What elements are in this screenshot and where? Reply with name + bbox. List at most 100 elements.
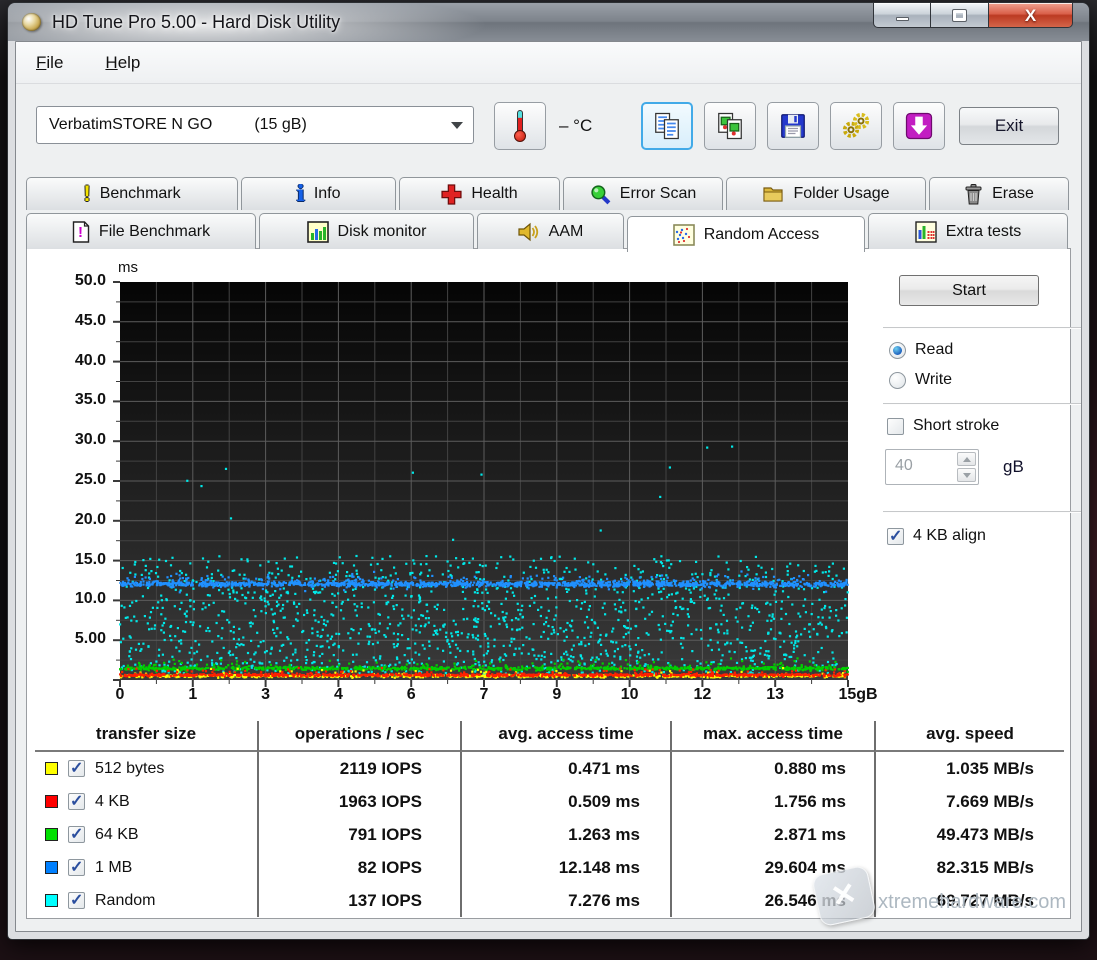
save-button[interactable] <box>767 102 819 150</box>
table-row: 4 KB <box>35 785 257 818</box>
tab-label: Folder Usage <box>793 185 889 203</box>
folder-icon <box>762 184 784 204</box>
series-color-swatch <box>45 762 58 775</box>
tab-info[interactable]: i Info <box>241 177 396 210</box>
tab-disk-monitor[interactable]: Disk monitor <box>259 213 474 249</box>
series-checkbox[interactable] <box>68 760 85 777</box>
drive-select[interactable]: VerbatimSTORE N GO (15 gB) <box>36 106 474 144</box>
column-header: transfer size <box>35 721 257 752</box>
series-color-swatch <box>45 861 58 874</box>
stroke-size-spinner[interactable]: 40 <box>885 449 979 485</box>
series-label: 4 KB <box>95 793 130 811</box>
table-row: 1 MB <box>35 851 257 884</box>
tab-extra-tests[interactable]: Extra tests <box>868 213 1068 249</box>
y-axis-tick-label: 35.0 <box>36 391 106 409</box>
minimize-button[interactable] <box>873 3 931 28</box>
menubar: File Help <box>16 42 1081 84</box>
series-label: Random <box>95 892 155 910</box>
chevron-down-icon <box>451 122 463 129</box>
close-icon: X <box>1025 7 1036 24</box>
column-header: avg. access time <box>460 721 670 752</box>
thermometer-icon <box>515 110 525 142</box>
align-checkbox[interactable] <box>887 528 904 545</box>
tab-file-benchmark[interactable]: ! File Benchmark <box>26 213 256 249</box>
temperature-button[interactable] <box>494 102 546 150</box>
tab-label: Benchmark <box>100 185 181 203</box>
start-button[interactable]: Start <box>899 275 1039 306</box>
random-access-panel: ms 50.045.040.035.030.025.020.015.010.05… <box>26 248 1071 919</box>
watermark: ✕ xtremehardware.com <box>816 870 1066 922</box>
read-label: Read <box>915 341 953 359</box>
tab-label: File Benchmark <box>99 223 210 241</box>
app-icon <box>22 13 41 31</box>
y-axis-tick-label: 10.0 <box>36 590 106 608</box>
series-checkbox[interactable] <box>68 793 85 810</box>
menu-file[interactable]: File <box>36 53 63 73</box>
trash-icon <box>964 184 983 205</box>
xtremehardware-logo-icon: ✕ <box>811 865 877 928</box>
svg-text:!: ! <box>78 224 83 241</box>
scatter-plot-icon <box>673 224 695 246</box>
gears-icon <box>841 111 871 141</box>
file-benchmark-icon: ! <box>72 221 90 243</box>
ops-cell: 1963 IOPS <box>257 785 460 818</box>
settings-button[interactable] <box>830 102 882 150</box>
table-row: Random <box>35 884 257 917</box>
separator <box>883 403 1081 405</box>
tab-aam[interactable]: AAM <box>477 213 624 249</box>
bar-chart-icon <box>307 221 329 243</box>
short-stroke-checkbox[interactable] <box>887 418 904 435</box>
series-checkbox[interactable] <box>68 826 85 843</box>
x-axis-tick-label: 15gB <box>815 686 901 704</box>
speaker-icon <box>518 222 540 242</box>
access-time-chart: ms 50.045.040.035.030.025.020.015.010.05… <box>112 280 860 692</box>
tab-error-scan[interactable]: Error Scan <box>563 177 723 210</box>
window-body: File Help VerbatimSTORE N GO (15 gB) – °… <box>15 41 1082 932</box>
watermark-text: xtremehardware.com <box>878 891 1066 922</box>
titlebar[interactable]: HD Tune Pro 5.00 - Hard Disk Utility X <box>8 3 1089 41</box>
copy-text-button[interactable] <box>641 102 693 150</box>
y-axis-tick-label: 25.0 <box>36 471 106 489</box>
align-option[interactable]: 4 KB align <box>887 527 986 545</box>
separator <box>883 327 1081 329</box>
read-radio[interactable] <box>889 342 906 359</box>
tab-random-access[interactable]: Random Access <box>627 216 865 252</box>
up-arrow-icon <box>963 457 971 462</box>
tab-label: Info <box>314 185 341 203</box>
menu-help[interactable]: Help <box>105 53 140 73</box>
ops-cell: 137 IOPS <box>257 884 460 917</box>
table-row: 64 KB <box>35 818 257 851</box>
spinner-up-button[interactable] <box>957 452 976 466</box>
avg-cell: 7.276 ms <box>460 884 670 917</box>
series-checkbox[interactable] <box>68 859 85 876</box>
write-radio[interactable] <box>889 372 906 389</box>
maximize-button[interactable] <box>931 3 989 28</box>
series-checkbox[interactable] <box>68 892 85 909</box>
series-label: 1 MB <box>95 859 132 877</box>
tab-benchmark[interactable]: ! Benchmark <box>26 177 238 210</box>
short-stroke-option[interactable]: Short stroke <box>887 417 999 435</box>
toolbar: VerbatimSTORE N GO (15 gB) – °C <box>16 84 1081 176</box>
write-label: Write <box>915 371 952 389</box>
avg-cell: 1.263 ms <box>460 818 670 851</box>
exit-button[interactable]: Exit <box>959 107 1059 145</box>
series-color-swatch <box>45 795 58 808</box>
app-window: HD Tune Pro 5.00 - Hard Disk Utility X F… <box>8 3 1089 939</box>
info-icon: i <box>296 183 304 205</box>
column-header: avg. speed <box>874 721 1064 752</box>
spinner-down-button[interactable] <box>957 468 976 482</box>
series-label: 512 bytes <box>95 760 164 778</box>
copy-image-button[interactable] <box>704 102 756 150</box>
health-cross-icon <box>441 184 462 205</box>
write-option[interactable]: Write <box>889 371 952 389</box>
speed-cell: 1.035 MB/s <box>874 752 1064 785</box>
tab-folder-usage[interactable]: Folder Usage <box>726 177 926 210</box>
close-button[interactable]: X <box>989 3 1073 28</box>
series-color-swatch <box>45 894 58 907</box>
read-option[interactable]: Read <box>889 341 953 359</box>
tab-health[interactable]: Health <box>399 177 560 210</box>
y-axis-tick-label: 30.0 <box>36 431 106 449</box>
download-button[interactable] <box>893 102 945 150</box>
tab-erase[interactable]: Erase <box>929 177 1069 210</box>
y-axis-tick-label: 15.0 <box>36 551 106 569</box>
